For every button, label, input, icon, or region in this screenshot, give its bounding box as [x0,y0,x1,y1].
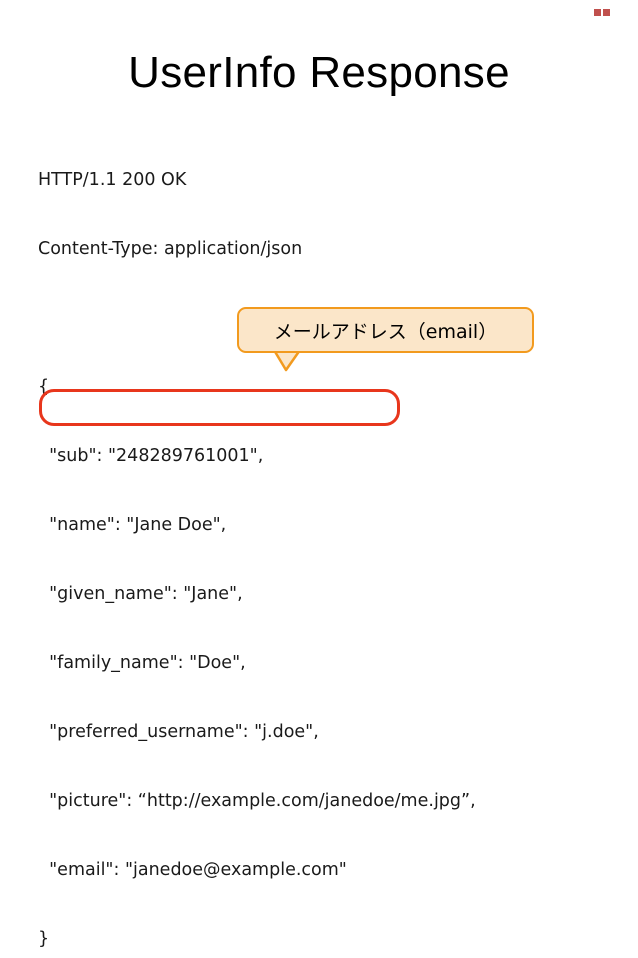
content-type-line: Content-Type: application/json [38,239,303,259]
json-line: "family_name": "Doe", [38,653,246,673]
json-line: "preferred_username": "j.doe", [38,722,319,742]
callout-label: メールアドレス（email） [273,320,498,343]
email-callout: メールアドレス（email） [237,307,534,353]
json-line: "picture": “http://example.com/janedoe/m… [38,791,476,811]
corner-accent-squares [594,9,610,16]
http-response-code: HTTP/1.1 200 OK Content-Type: applicatio… [38,123,476,958]
json-line: } [38,929,50,949]
json-line-email: "email": "janedoe@example.com" [38,860,347,880]
json-line: "given_name": "Jane", [38,584,243,604]
callout-pointer [272,350,302,372]
email-highlight-outline [39,389,400,426]
accent-square [594,9,601,16]
accent-square [603,9,610,16]
json-line: "sub": "248289761001", [38,446,264,466]
json-line: "name": "Jane Doe", [38,515,227,535]
slide-title: UserInfo Response [128,48,510,97]
status-line: HTTP/1.1 200 OK [38,170,187,190]
